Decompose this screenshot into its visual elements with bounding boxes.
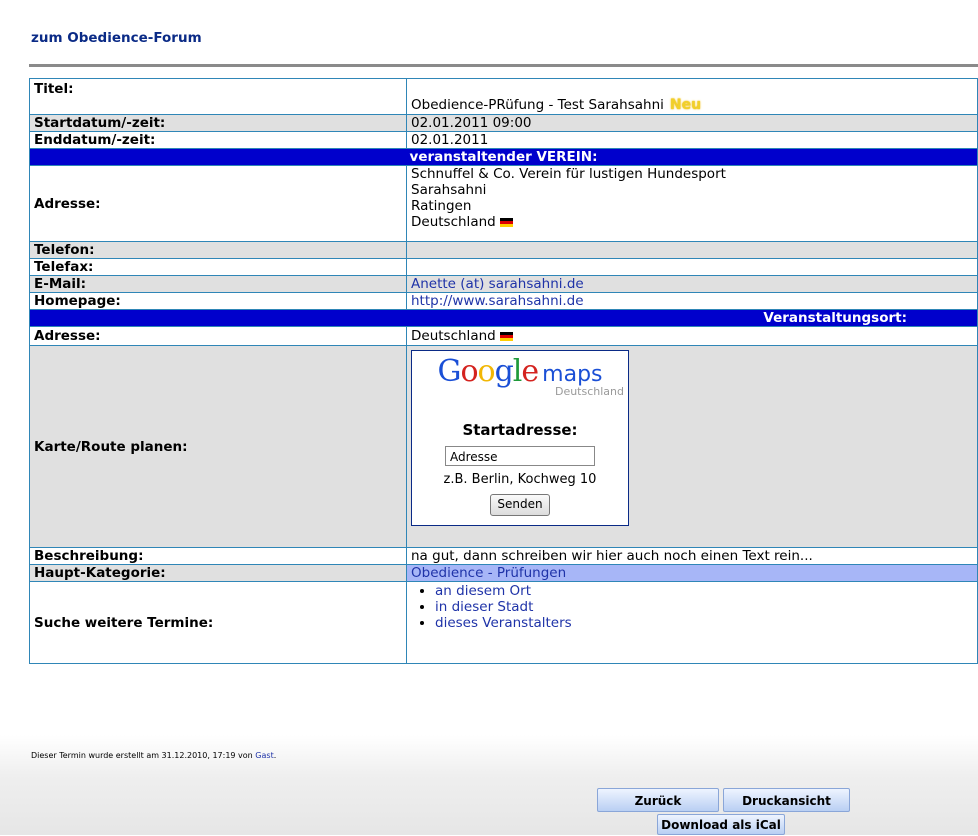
list-item: in dieser Stadt (435, 599, 973, 615)
org-address-line-3: Ratingen (411, 198, 472, 214)
email-cell: Anette (at) sarahsahni.de (406, 275, 978, 293)
row-homepage: Homepage: http://www.sarahsahni.de (29, 292, 978, 310)
print-view-button[interactable]: Druckansicht (723, 788, 850, 812)
org-address-line-1: Schnuffel & Co. Verein für lustigen Hund… (411, 166, 726, 182)
search-label: Suche weitere Termine: (29, 581, 407, 664)
venue-address-label: Adresse: (29, 326, 407, 346)
row-end: Enddatum/-zeit: 02.01.2011 (29, 131, 978, 149)
fax-label: Telefax: (29, 258, 407, 276)
org-address-value: Schnuffel & Co. Verein für lustigen Hund… (406, 165, 978, 242)
category-label: Haupt-Kategorie: (29, 564, 407, 582)
category-cell: Obedience - Prüfungen (406, 564, 978, 582)
row-venue-header: Veranstaltungsort: (29, 309, 978, 327)
phone-label: Telefon: (29, 241, 407, 259)
row-phone: Telefon: (29, 241, 978, 259)
fax-value (406, 258, 978, 276)
start-label: Startdatum/-zeit: (29, 114, 407, 132)
created-period: . (273, 751, 277, 760)
header-divider (29, 64, 978, 67)
search-link-organizer[interactable]: dieses Veranstalters (435, 615, 572, 631)
title-value: Obedience-PRüfung - Test Sarahsahni (411, 97, 664, 113)
description-label: Beschreibung: (29, 547, 407, 565)
send-button[interactable]: Senden (490, 494, 550, 516)
email-label: E-Mail: (29, 275, 407, 293)
row-email: E-Mail: Anette (at) sarahsahni.de (29, 275, 978, 293)
row-map: Karte/Route planen: Google maps Deutschla… (29, 345, 978, 548)
end-label: Enddatum/-zeit: (29, 131, 407, 149)
search-link-location[interactable]: an diesem Ort (435, 583, 531, 599)
phone-value (406, 241, 978, 259)
homepage-cell: http://www.sarahsahni.de (406, 292, 978, 310)
search-cell: an diesem Ort in dieser Stadt dieses Ver… (406, 581, 978, 664)
email-link[interactable]: Anette (at) sarahsahni.de (411, 276, 584, 292)
german-flag-icon (499, 217, 513, 227)
row-start: Startdatum/-zeit: 02.01.2011 09:00 (29, 114, 978, 132)
venue-country: Deutschland (411, 328, 496, 344)
search-link-city[interactable]: in dieser Stadt (435, 599, 533, 615)
list-item: dieses Veranstalters (435, 615, 973, 631)
end-value: 02.01.2011 (406, 131, 978, 149)
homepage-link[interactable]: http://www.sarahsahni.de (411, 293, 584, 309)
back-button[interactable]: Zurück (597, 788, 719, 812)
row-organizer-header: veranstaltender VEREIN: (29, 148, 978, 166)
title-cell: Obedience-PRüfung - Test Sarahsahni Neu (406, 78, 978, 115)
row-fax: Telefax: (29, 258, 978, 276)
search-links-list: an diesem Ort in dieser Stadt dieses Ver… (411, 583, 973, 631)
org-address-line-4: Deutschland (411, 214, 973, 230)
org-address-label: Adresse: (29, 165, 407, 242)
venue-section-header: Veranstaltungsort: (29, 309, 978, 327)
row-title: Titel: Obedience-PRüfung - Test Sarahsah… (29, 78, 978, 115)
row-search: Suche weitere Termine: an diesem Ort in … (29, 581, 978, 664)
list-item: an diesem Ort (435, 583, 973, 599)
created-note: Dieser Termin wurde erstellt am 31.12.20… (31, 751, 276, 760)
new-badge: Neu (669, 97, 702, 113)
title-label: Titel: (29, 78, 407, 115)
download-ical-button[interactable]: Download als iCal (657, 814, 785, 835)
row-description: Beschreibung: na gut, dann schreiben wir… (29, 547, 978, 565)
row-org-address: Adresse: Schnuffel & Co. Verein für lust… (29, 165, 978, 242)
category-link[interactable]: Obedience - Prüfungen (411, 565, 566, 581)
row-venue-address: Adresse: Deutschland (29, 326, 978, 346)
start-address-heading: Startadresse: (462, 421, 578, 439)
description-value: na gut, dann schreiben wir hier auch noc… (406, 547, 978, 565)
start-value: 02.01.2011 09:00 (406, 114, 978, 132)
forum-link[interactable]: zum Obedience-Forum (31, 30, 202, 46)
organizer-section-header: veranstaltender VEREIN: (29, 148, 978, 166)
homepage-label: Homepage: (29, 292, 407, 310)
org-country: Deutschland (411, 214, 496, 230)
created-by-link[interactable]: Gast (255, 751, 273, 760)
event-detail-table: Titel: Obedience-PRüfung - Test Sarahsah… (29, 78, 978, 664)
start-address-input[interactable]: Adresse (445, 446, 595, 466)
german-flag-icon (499, 331, 513, 341)
row-category: Haupt-Kategorie: Obedience - Prüfungen (29, 564, 978, 582)
map-label: Karte/Route planen: (29, 345, 407, 548)
venue-address-cell: Deutschland (406, 326, 978, 346)
address-hint: z.B. Berlin, Kochweg 10 (443, 472, 597, 487)
org-address-line-2: Sarahsahni (411, 182, 487, 198)
created-text: Dieser Termin wurde erstellt am 31.12.20… (31, 751, 253, 760)
page-background (0, 735, 978, 835)
google-maps-widget: Google maps Deutschland Startadresse: Adr… (411, 350, 629, 526)
map-cell: Google maps Deutschland Startadresse: Adr… (406, 345, 978, 548)
